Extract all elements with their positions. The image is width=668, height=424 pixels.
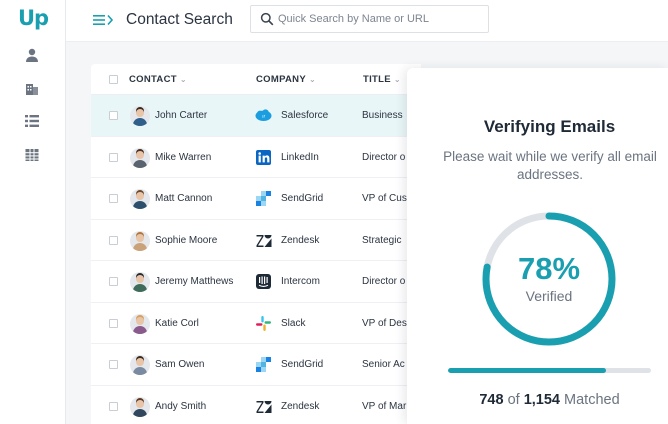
search-box[interactable] <box>250 5 489 33</box>
table-row[interactable]: Sam Owen SendGrid Senior Ac <box>91 344 421 386</box>
contact-name[interactable]: John Carter <box>155 110 207 121</box>
progress-bar <box>448 368 651 373</box>
avatar <box>130 106 150 126</box>
avatar <box>130 189 150 209</box>
table-row[interactable]: John Carter sf Salesforce Business <box>91 95 421 137</box>
sort-caret-icon: ⌄ <box>393 75 401 84</box>
contact-title: Director o <box>362 276 406 287</box>
row-checkbox[interactable] <box>109 318 118 328</box>
sort-caret-icon: ⌄ <box>308 75 316 84</box>
grid-icon[interactable] <box>24 147 40 163</box>
verify-subtitle: Please wait while we verify all email ad… <box>443 149 657 182</box>
row-checkbox[interactable] <box>109 111 118 120</box>
column-header-company[interactable]: COMPANY ⌄ <box>256 74 316 85</box>
contact-name[interactable]: Andy Smith <box>155 401 206 412</box>
contact-name[interactable]: Mike Warren <box>155 152 211 163</box>
contact-name[interactable]: Jeremy Matthews <box>155 276 233 287</box>
table-row[interactable]: Sophie Moore Zendesk Strategic <box>91 220 421 261</box>
contact-title: VP of Cus <box>362 193 407 204</box>
column-header-contact[interactable]: CONTACT ⌄ <box>129 74 187 85</box>
progress-bar-fill <box>448 368 607 373</box>
menu-toggle-icon[interactable] <box>92 12 116 28</box>
contact-title: VP of Mar <box>362 400 407 412</box>
progress-label: Verified <box>525 288 573 304</box>
company-name[interactable]: Salesforce <box>281 110 328 121</box>
contact-name[interactable]: Sophie Moore <box>155 235 217 246</box>
contact-name[interactable]: Matt Cannon <box>155 193 212 204</box>
sidebar: Up <box>0 0 66 424</box>
company-name[interactable]: SendGrid <box>281 193 323 204</box>
sendgrid-logo-icon <box>255 356 272 373</box>
sort-caret-icon: ⌄ <box>179 75 187 84</box>
table-row[interactable]: Jeremy Matthews Intercom Director o <box>91 261 421 303</box>
company-name[interactable]: Zendesk <box>281 235 319 246</box>
list-icon[interactable] <box>24 113 40 129</box>
company-name[interactable]: Intercom <box>281 276 320 287</box>
slack-logo-icon <box>255 315 272 332</box>
building-icon[interactable] <box>24 81 40 97</box>
search-input[interactable] <box>278 10 483 28</box>
intercom-logo-icon <box>255 273 272 290</box>
contact-title: Senior Ac <box>362 359 405 370</box>
company-name[interactable]: SendGrid <box>281 359 323 370</box>
row-checkbox[interactable] <box>109 277 118 286</box>
row-checkbox[interactable] <box>109 360 118 369</box>
company-name[interactable]: LinkedIn <box>281 152 319 163</box>
table-row[interactable]: Mike Warren LinkedIn Director o <box>91 137 421 178</box>
table-header: CONTACT ⌄ COMPANY ⌄ TITLE ⌄ <box>91 64 421 95</box>
zendesk-logo-icon <box>255 398 272 415</box>
contact-name[interactable]: Sam Owen <box>155 359 204 370</box>
avatar <box>130 396 150 417</box>
table-row[interactable]: Katie Corl Slack VP of Des <box>91 303 421 344</box>
column-header-title[interactable]: TITLE ⌄ <box>363 74 401 85</box>
matched-count: 748 of 1,154 Matched <box>479 392 620 408</box>
table-row[interactable]: Andy Smith Zendesk VP of Mar <box>91 386 421 424</box>
avatar <box>130 355 150 375</box>
avatar <box>130 313 150 334</box>
top-bar: Contact Search <box>66 0 668 42</box>
page-title: Contact Search <box>126 11 233 28</box>
verify-panel: Verifying Emails Please wait while we ve… <box>407 68 668 424</box>
row-checkbox[interactable] <box>109 235 118 245</box>
sendgrid-logo-icon <box>255 190 272 207</box>
row-checkbox[interactable] <box>109 401 118 411</box>
user-icon[interactable] <box>24 47 40 63</box>
zendesk-logo-icon <box>255 232 272 249</box>
company-name[interactable]: Slack <box>281 318 305 329</box>
search-icon <box>260 12 274 26</box>
salesforce-logo-icon: sf <box>255 107 272 124</box>
contact-title: VP of Des <box>362 317 407 329</box>
contacts-table: CONTACT ⌄ COMPANY ⌄ TITLE ⌄ John Carter sf Sa… <box>91 64 421 424</box>
table-row[interactable]: Matt Cannon SendGrid VP of Cus <box>91 178 421 220</box>
select-all-checkbox[interactable] <box>109 75 118 84</box>
avatar <box>130 230 150 251</box>
contact-title: Business <box>362 110 403 121</box>
app-logo[interactable]: Up <box>18 6 49 30</box>
avatar <box>130 147 150 168</box>
linkedin-logo-icon <box>255 149 272 166</box>
row-checkbox[interactable] <box>109 194 118 203</box>
contact-title: Director o <box>362 151 406 163</box>
row-checkbox[interactable] <box>109 152 118 162</box>
contact-title: Strategic <box>362 234 402 246</box>
avatar <box>130 272 150 292</box>
company-name[interactable]: Zendesk <box>281 401 319 412</box>
contact-name[interactable]: Katie Corl <box>155 318 199 329</box>
verify-title: Verifying Emails <box>483 117 616 136</box>
progress-percent: 78% <box>517 251 581 286</box>
